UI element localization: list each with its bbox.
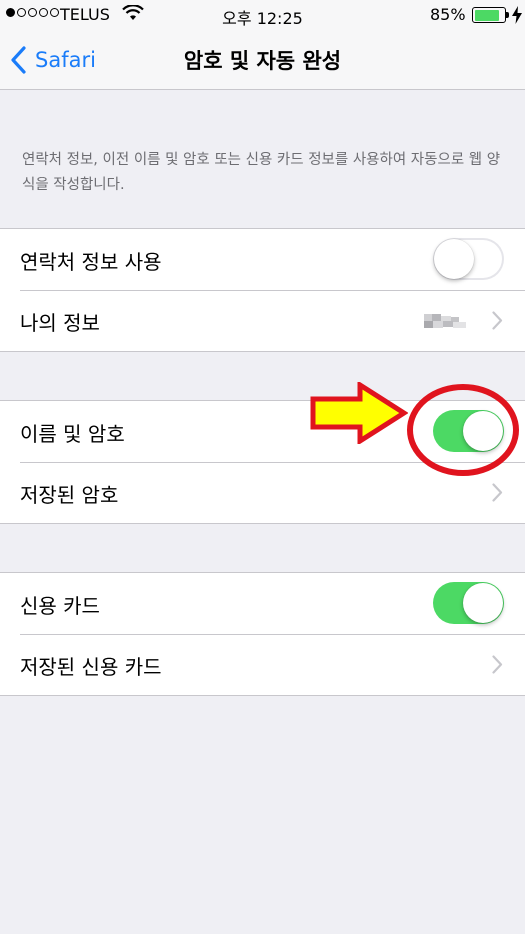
contact-info-group: 연락처 정보 사용 나의 정보	[0, 228, 525, 352]
row-label: 나의 정보	[20, 311, 100, 335]
chevron-right-icon	[492, 483, 503, 502]
charging-bolt-icon	[512, 6, 522, 24]
use-contact-info-toggle[interactable]	[433, 238, 504, 280]
battery-percentage: 85%	[430, 5, 466, 24]
row-label: 저장된 신용 카드	[20, 655, 162, 679]
battery-icon	[472, 7, 506, 23]
chevron-right-icon	[492, 311, 503, 330]
chevron-right-icon	[492, 655, 503, 674]
row-saved-credit-cards[interactable]: 저장된 신용 카드	[0, 634, 525, 695]
blurred-contact-name	[424, 314, 466, 328]
row-label: 이름 및 암호	[20, 422, 125, 446]
annotation-circle-highlight	[407, 384, 519, 476]
row-label: 저장된 암호	[20, 483, 119, 507]
row-label: 연락처 정보 사용	[20, 250, 162, 274]
navigation-bar: Safari 암호 및 자동 완성	[0, 30, 525, 90]
credit-cards-toggle[interactable]	[433, 582, 504, 624]
credit-card-group: 신용 카드 저장된 신용 카드	[0, 572, 525, 696]
annotation-arrow-icon	[310, 382, 408, 444]
status-bar: TELUS 오후 12:25 85%	[0, 0, 525, 30]
battery-tip	[506, 12, 509, 18]
row-credit-cards: 신용 카드	[0, 573, 525, 634]
row-use-contact-info: 연락처 정보 사용	[0, 229, 525, 290]
row-my-info[interactable]: 나의 정보	[0, 290, 525, 351]
page-title: 암호 및 자동 완성	[183, 49, 342, 73]
section-description: 연락처 정보, 이전 이름 및 암호 또는 신용 카드 정보를 사용하여 자동으…	[22, 152, 501, 193]
row-label: 신용 카드	[20, 594, 100, 618]
